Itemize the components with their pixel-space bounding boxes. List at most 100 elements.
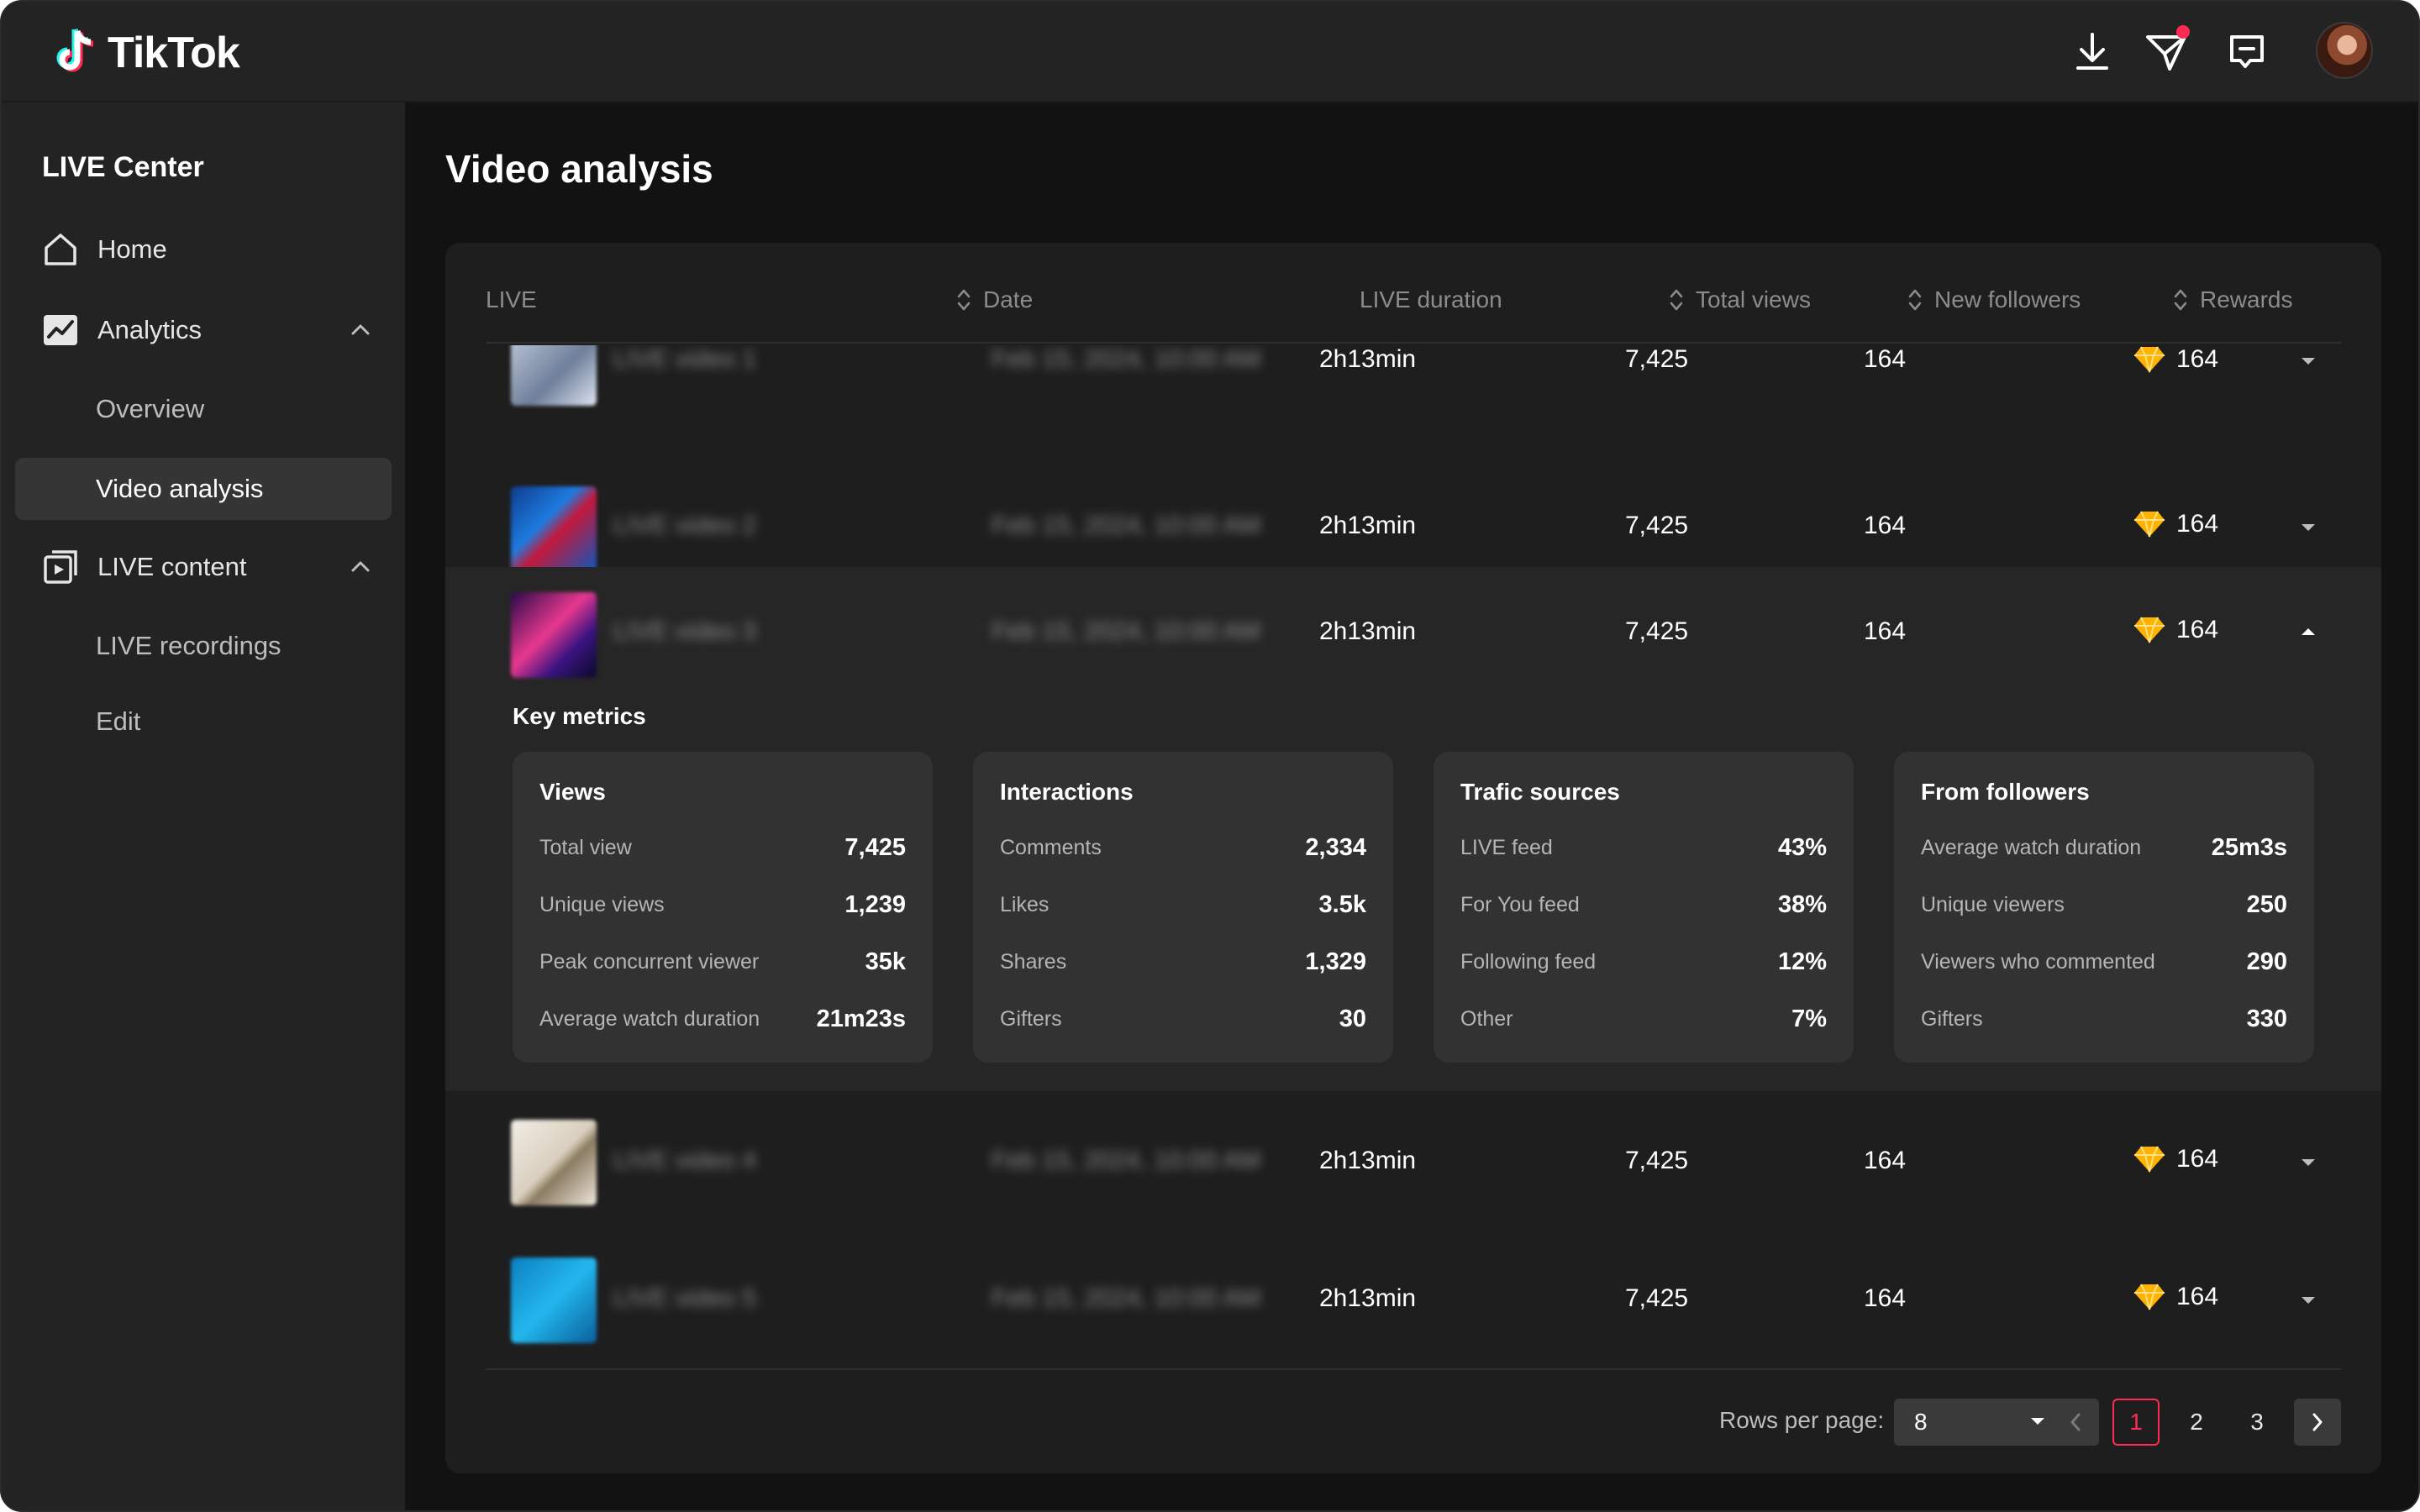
- video-date: Feb 15, 2024, 10:00 AM: [992, 1147, 1261, 1174]
- video-rewards: 164: [2133, 510, 2218, 538]
- video-rewards: 164: [2133, 616, 2218, 644]
- sidebar-item-analytics[interactable]: Analytics: [15, 299, 392, 361]
- video-new-followers: 164: [1864, 617, 1907, 645]
- metrics-card-traffic-sources: Trafic sources LIVE feed 43% For You feed…: [1434, 752, 1854, 1063]
- table-header: LIVE Date LIVE duration Total views New …: [486, 243, 2341, 344]
- sidebar-item-video-analysis[interactable]: Video analysis: [15, 458, 392, 520]
- top-bar: TikTok: [2, 2, 2418, 102]
- chevron-up-icon[interactable]: [348, 318, 373, 343]
- sidebar-item-overview[interactable]: Overview: [15, 378, 392, 440]
- video-total-views: 7,425: [1625, 1284, 1689, 1312]
- video-name: LIVE video 3: [613, 617, 757, 645]
- sidebar-item-home[interactable]: Home: [15, 218, 392, 281]
- video-duration: 2h13min: [1319, 1147, 1417, 1174]
- card-title: From followers: [1921, 779, 2090, 805]
- video-date: Feb 15, 2024, 10:00 AM: [992, 1284, 1261, 1312]
- sidebar-item-label: Analytics: [97, 315, 203, 344]
- send-icon[interactable]: [2141, 25, 2191, 77]
- video-thumbnail: [511, 1120, 597, 1205]
- video-new-followers: 164: [1864, 1147, 1907, 1174]
- table-row[interactable]: LIVE video 1 Feb 15, 2024, 10:00 AM 2h13…: [445, 345, 2381, 421]
- video-rewards: 164: [2133, 345, 2218, 374]
- video-thumbnail: [511, 345, 597, 406]
- metric-row: Total view 7,425: [539, 833, 906, 861]
- caret-down-icon: [2031, 1418, 2044, 1425]
- message-icon[interactable]: [2222, 27, 2272, 77]
- caret-down-icon[interactable]: [2299, 522, 2317, 533]
- video-total-views: 7,425: [1625, 345, 1689, 373]
- metrics-card-from-followers: From followers Average watch duration 25m…: [1894, 752, 2314, 1063]
- video-total-views: 7,425: [1625, 512, 1689, 539]
- column-header-new-followers[interactable]: New followers: [1907, 286, 2081, 313]
- page-button-3[interactable]: 3: [2233, 1399, 2281, 1446]
- download-icon[interactable]: [2067, 27, 2118, 77]
- caret-up-icon[interactable]: [2299, 626, 2317, 638]
- metric-row: Unique viewers 250: [1921, 890, 2287, 918]
- diamond-icon: [2134, 1146, 2165, 1173]
- page-title: Video analysis: [445, 147, 713, 191]
- caret-down-icon[interactable]: [2299, 355, 2317, 367]
- avatar[interactable]: [2316, 22, 2373, 79]
- notification-dot: [2176, 25, 2190, 39]
- column-header-live: LIVE: [486, 286, 537, 312]
- metric-row: Gifters 30: [1000, 1005, 1366, 1032]
- video-date: Feb 15, 2024, 10:00 AM: [992, 345, 1261, 373]
- metric-row: For You feed 38%: [1460, 890, 1827, 918]
- table-row[interactable]: LIVE video 5 Feb 15, 2024, 10:00 AM 2h13…: [445, 1232, 2381, 1370]
- metric-row: Shares 1,329: [1000, 948, 1366, 975]
- video-thumbnail: [511, 592, 597, 678]
- chevron-up-icon[interactable]: [348, 554, 373, 580]
- video-duration: 2h13min: [1319, 512, 1417, 539]
- sidebar-item-label: Home: [97, 234, 167, 264]
- sidebar-item-live-recordings[interactable]: LIVE recordings: [15, 615, 392, 677]
- metrics-card-interactions: Interactions Comments 2,334 Likes 3.5k Sha…: [973, 752, 1393, 1063]
- sidebar-item-edit[interactable]: Edit: [15, 690, 392, 753]
- page-button-2[interactable]: 2: [2173, 1399, 2220, 1446]
- metric-row: Gifters 330: [1921, 1005, 2287, 1032]
- diamond-icon: [2134, 617, 2165, 643]
- metric-row: Comments 2,334: [1000, 833, 1366, 861]
- caret-down-icon[interactable]: [2299, 1157, 2317, 1168]
- column-header-rewards[interactable]: Rewards: [2173, 286, 2292, 313]
- video-name: LIVE video 4: [613, 1147, 757, 1174]
- video-name: LIVE video 2: [613, 512, 757, 539]
- key-metrics-title: Key metrics: [513, 703, 646, 729]
- video-thumbnail: [511, 1257, 597, 1343]
- chevron-left-icon: [2070, 1413, 2081, 1431]
- video-duration: 2h13min: [1319, 345, 1417, 373]
- analytics-icon: [40, 310, 81, 350]
- video-new-followers: 164: [1864, 345, 1907, 373]
- sort-icon: [1908, 289, 1922, 311]
- video-new-followers: 164: [1864, 1284, 1907, 1312]
- metric-row: Average watch duration 21m23s: [539, 1005, 906, 1032]
- video-date: Feb 15, 2024, 10:00 AM: [992, 512, 1261, 539]
- sort-icon: [957, 289, 971, 311]
- video-rewards: 164: [2133, 1145, 2218, 1173]
- rows-per-page-select[interactable]: 8: [1894, 1399, 2069, 1446]
- video-duration: 2h13min: [1319, 617, 1417, 645]
- page-button-1[interactable]: 1: [2112, 1399, 2160, 1446]
- column-header-date[interactable]: Date: [956, 286, 1033, 313]
- caret-down-icon[interactable]: [2299, 1294, 2317, 1306]
- diamond-icon: [2134, 511, 2165, 538]
- card-title: Trafic sources: [1460, 779, 1620, 805]
- column-header-duration: LIVE duration: [1360, 286, 1502, 312]
- live-content-icon: [40, 547, 81, 587]
- metrics-card-views: Views Total view 7,425 Unique views 1,239 …: [513, 752, 933, 1063]
- table-row[interactable]: LIVE video 4 Feb 15, 2024, 10:00 AM 2h13…: [445, 1095, 2381, 1232]
- column-header-total-views[interactable]: Total views: [1669, 286, 1811, 313]
- metric-row: Following feed 12%: [1460, 948, 1827, 975]
- video-rewards: 164: [2133, 1283, 2218, 1311]
- video-table-panel: LIVE Date LIVE duration Total views New …: [445, 243, 2381, 1473]
- next-page-button[interactable]: [2294, 1399, 2341, 1446]
- metric-row: Viewers who commented 290: [1921, 948, 2287, 975]
- app-window: TikTok LIVE Center Home Analytics Overvi…: [0, 0, 2420, 1512]
- rows-per-page-label: Rows per page:: [1719, 1407, 1885, 1433]
- sidebar-item-live-content[interactable]: LIVE content: [15, 536, 392, 598]
- card-title: Interactions: [1000, 779, 1134, 805]
- prev-page-button[interactable]: [2052, 1399, 2099, 1446]
- tiktok-logo[interactable]: TikTok: [52, 24, 240, 82]
- sort-icon: [1670, 289, 1683, 311]
- metric-row: LIVE feed 43%: [1460, 833, 1827, 861]
- video-total-views: 7,425: [1625, 1147, 1689, 1174]
